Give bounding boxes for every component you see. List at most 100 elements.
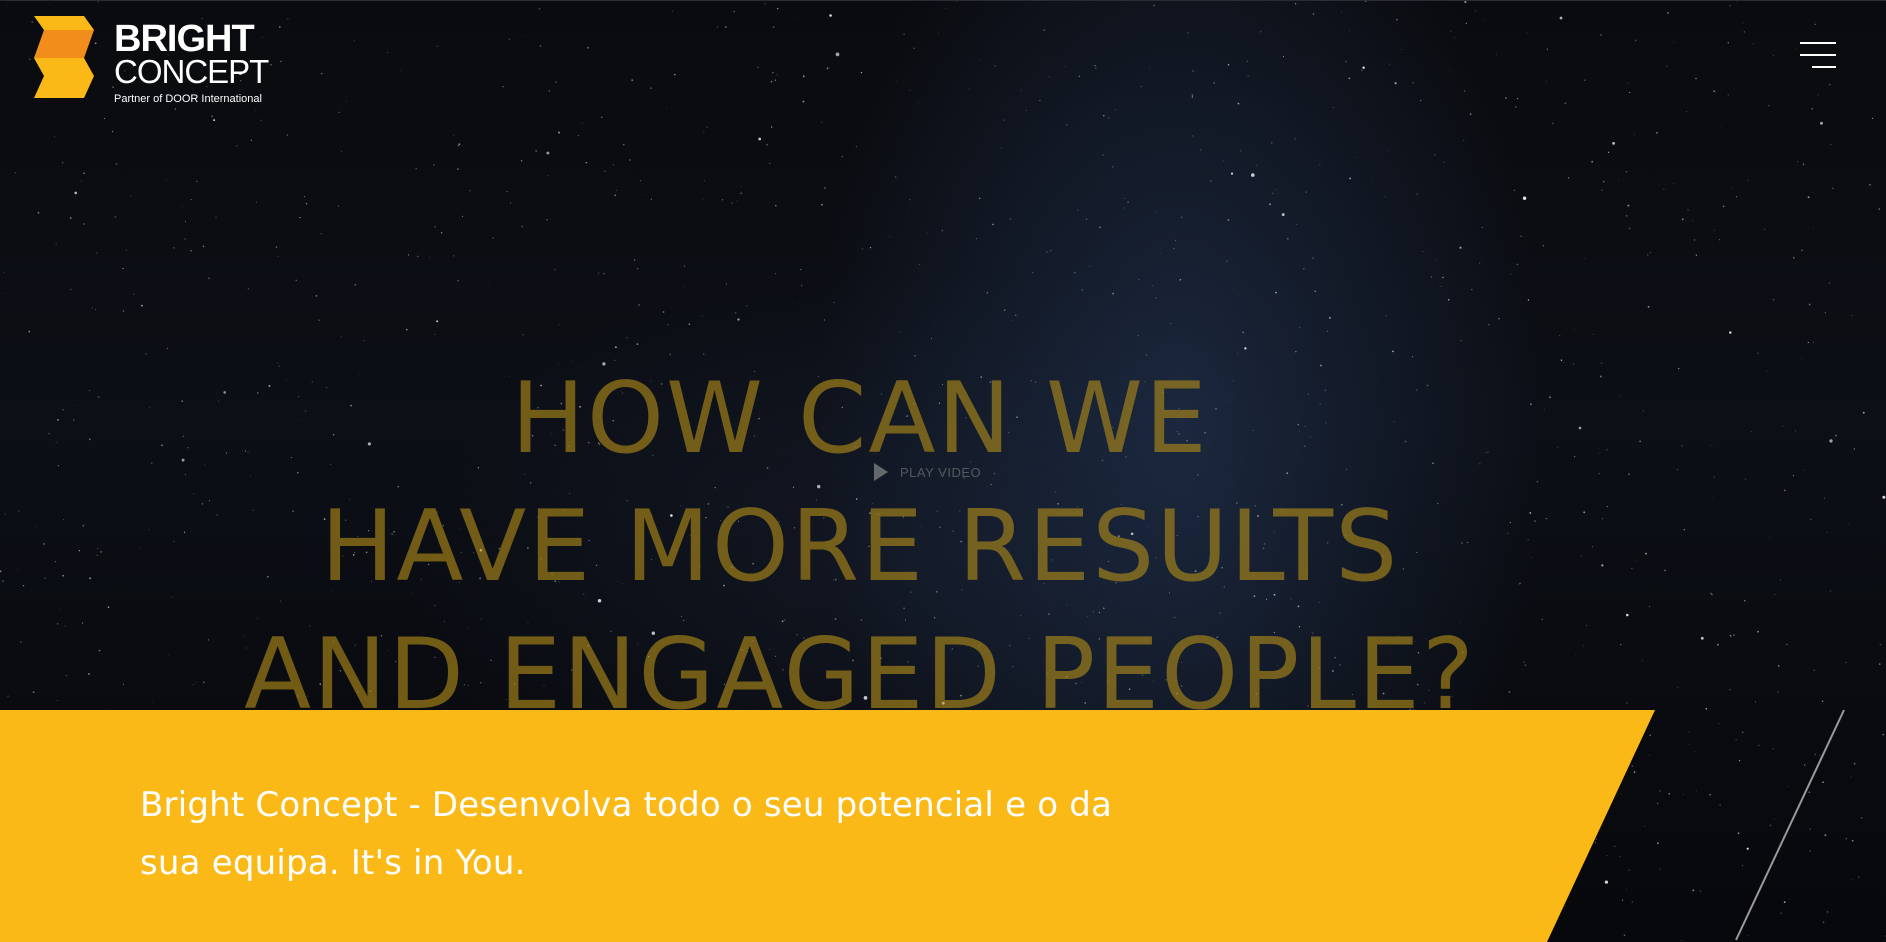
star	[315, 295, 318, 297]
star	[626, 336, 628, 339]
star	[69, 217, 72, 219]
star	[363, 340, 365, 342]
star	[1102, 154, 1104, 156]
star	[433, 164, 435, 166]
star	[387, 51, 389, 53]
star	[1179, 279, 1182, 281]
star	[1149, 68, 1150, 70]
star	[555, 81, 557, 83]
star	[688, 323, 691, 326]
star	[926, 231, 928, 233]
star	[1807, 196, 1810, 199]
star	[1606, 855, 1608, 857]
star	[889, 236, 890, 238]
star	[740, 186, 742, 188]
star	[791, 302, 793, 303]
star	[1744, 600, 1746, 602]
star	[94, 308, 96, 310]
star	[1811, 108, 1813, 110]
star	[1631, 901, 1634, 903]
star	[774, 273, 776, 275]
star	[1392, 350, 1394, 353]
star	[1559, 16, 1563, 20]
star	[802, 100, 805, 103]
star	[1647, 305, 1650, 308]
star	[1625, 215, 1628, 217]
star	[1879, 643, 1882, 646]
star	[295, 279, 298, 282]
star	[869, 246, 872, 249]
star	[547, 175, 549, 177]
star	[346, 100, 348, 102]
star	[1810, 518, 1812, 520]
star	[706, 126, 708, 128]
star	[1709, 793, 1711, 796]
star	[1619, 855, 1621, 858]
star	[1081, 289, 1083, 291]
star	[860, 71, 863, 74]
star	[1039, 99, 1041, 102]
star	[1230, 172, 1234, 175]
star	[731, 202, 733, 204]
star	[211, 115, 213, 117]
star	[190, 249, 192, 252]
star	[671, 10, 673, 12]
star	[1742, 22, 1744, 24]
star	[1447, 298, 1450, 301]
star	[1213, 82, 1216, 84]
star	[1659, 790, 1661, 792]
star	[1666, 65, 1668, 68]
star	[1692, 889, 1695, 892]
star	[1612, 142, 1615, 145]
star	[1032, 272, 1034, 274]
brand-logo[interactable]: BRIGHT CONCEPT Partner of DOOR Internati…	[34, 16, 274, 112]
play-video-button[interactable]: PLAY VIDEO	[874, 462, 981, 482]
star	[1784, 489, 1786, 492]
star	[250, 139, 253, 142]
star	[1439, 285, 1440, 287]
star	[1832, 187, 1834, 189]
star	[701, 315, 703, 317]
star	[1631, 765, 1633, 767]
hero-headline: HOW CAN WE HAVE MORE RESULTS AND ENGAGED…	[0, 355, 1720, 739]
star	[1471, 288, 1473, 291]
star	[1294, 138, 1296, 140]
star	[1048, 76, 1050, 78]
star	[1614, 845, 1616, 848]
star	[429, 257, 430, 258]
star	[636, 267, 639, 270]
star	[1757, 352, 1759, 354]
star	[1850, 776, 1852, 778]
star	[1779, 579, 1781, 581]
star	[1648, 754, 1650, 756]
star	[1851, 839, 1854, 842]
star	[1312, 13, 1315, 15]
star	[677, 154, 679, 156]
star	[548, 90, 551, 92]
star	[1733, 634, 1735, 636]
star	[1246, 60, 1249, 63]
star	[1542, 244, 1545, 247]
logo-wordmark: BRIGHT CONCEPT Partner of DOOR Internati…	[114, 20, 269, 108]
star	[1772, 55, 1774, 57]
star	[777, 7, 779, 10]
star	[61, 161, 64, 164]
star	[1801, 249, 1803, 252]
star	[1768, 105, 1770, 107]
star	[1372, 181, 1374, 183]
star	[280, 60, 282, 63]
star	[824, 187, 826, 189]
star	[1232, 287, 1234, 289]
star	[415, 168, 417, 170]
star	[1627, 82, 1628, 84]
star	[937, 32, 940, 34]
star	[1695, 254, 1698, 256]
star	[1600, 34, 1602, 36]
star	[650, 198, 652, 200]
star	[133, 293, 135, 295]
star	[1516, 97, 1519, 100]
star	[1244, 347, 1247, 350]
star	[1153, 4, 1155, 7]
hamburger-menu-icon[interactable]	[1796, 42, 1836, 72]
star	[1271, 142, 1273, 144]
